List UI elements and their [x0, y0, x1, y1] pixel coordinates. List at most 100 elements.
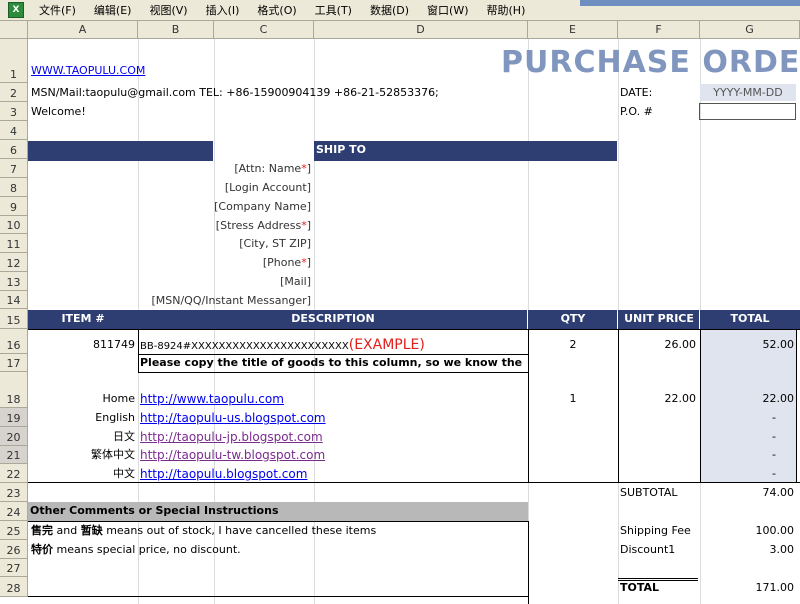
comment-line-1: 售完 and 暂缺 means out of stock, I have can…: [31, 524, 377, 537]
date-field[interactable]: YYYY-MM-DD: [700, 85, 796, 101]
item-unit-price: 26.00: [664, 338, 697, 351]
comments-border: [528, 521, 529, 604]
website-link[interactable]: WWW.TAOPULU.COM: [31, 63, 145, 79]
column-header-b[interactable]: B: [138, 21, 214, 39]
item-total: -: [772, 430, 776, 443]
ship-to-heading: SHIP TO: [314, 141, 617, 161]
link-english-blog[interactable]: http://taopulu-us.blogspot.com: [140, 410, 326, 426]
ship-field-im[interactable]: [MSN/QQ/Instant Messanger]: [60, 293, 311, 309]
total-label: TOTAL: [620, 581, 660, 594]
row-header[interactable]: 10: [0, 216, 28, 234]
row-header[interactable]: 21: [0, 446, 28, 464]
total-top-border: [618, 578, 698, 579]
item-number: 811749: [93, 338, 135, 351]
row-header[interactable]: 22: [0, 464, 28, 483]
welcome-text: Welcome!: [31, 105, 86, 118]
menu-insert[interactable]: 插入(I): [197, 2, 249, 18]
link-label-english: English: [95, 411, 135, 424]
row-header[interactable]: 14: [0, 291, 28, 309]
menu-file[interactable]: 文件(F): [30, 2, 85, 18]
po-label: P.O. #: [620, 105, 653, 118]
row-header[interactable]: 15: [0, 309, 28, 329]
column-header-a[interactable]: A: [28, 21, 138, 39]
row-header[interactable]: 11: [0, 234, 28, 253]
menu-window[interactable]: 窗口(W): [418, 2, 477, 18]
subtotal-label: SUBTOTAL: [620, 486, 678, 499]
description-note: Please copy the title of goods to this c…: [140, 356, 523, 369]
discount-value: 3.00: [769, 543, 795, 556]
ship-field-login[interactable]: [Login Account]: [130, 180, 311, 196]
shipping-label: Shipping Fee: [620, 524, 691, 537]
ship-field-attn[interactable]: [Attn: Name*]: [130, 161, 311, 177]
row-header[interactable]: 25: [0, 521, 28, 540]
page-title: PURCHASE ORDER: [501, 45, 800, 80]
header-divider: [527, 310, 528, 329]
item-total: -: [772, 448, 776, 461]
row-header[interactable]: 20: [0, 427, 28, 446]
menu-help[interactable]: 帮助(H): [478, 2, 535, 18]
po-number-field[interactable]: [699, 103, 796, 120]
item-qty: 2: [569, 338, 577, 351]
table-border: [796, 329, 797, 483]
ship-field-phone[interactable]: [Phone*]: [130, 255, 311, 271]
link-home[interactable]: http://www.taopulu.com: [140, 391, 284, 407]
link-label-home: Home: [102, 392, 135, 405]
row-header[interactable]: 3: [0, 102, 28, 121]
row-header[interactable]: 13: [0, 272, 28, 291]
item-total: 22.00: [762, 392, 795, 405]
table-border: [138, 329, 139, 372]
row-header[interactable]: 27: [0, 559, 28, 577]
spreadsheet[interactable]: A B C D E F G 1 2 3 4 6 7 8 9 10 11 12 1…: [0, 21, 800, 604]
discount-label: Discount1: [620, 543, 676, 556]
row-header[interactable]: 26: [0, 540, 28, 559]
ship-field-city[interactable]: [City, ST ZIP]: [130, 236, 311, 252]
link-japanese-blog[interactable]: http://taopulu-jp.blogspot.com: [140, 429, 323, 445]
column-header-d[interactable]: D: [314, 21, 528, 39]
row-header[interactable]: 2: [0, 83, 28, 102]
row-header[interactable]: 4: [0, 121, 28, 140]
row-header[interactable]: 9: [0, 197, 28, 216]
subtotal-value: 74.00: [762, 486, 795, 499]
col-qty: QTY: [560, 312, 586, 325]
column-header-e[interactable]: E: [528, 21, 618, 39]
link-label-japanese: 日文: [113, 430, 135, 443]
menu-tools[interactable]: 工具(T): [306, 2, 361, 18]
row-header[interactable]: 6: [0, 140, 28, 159]
date-label: DATE:: [620, 86, 653, 99]
excel-icon[interactable]: X: [8, 2, 24, 18]
row-header[interactable]: 19: [0, 408, 28, 427]
link-label-traditional-chinese: 繁体中文: [91, 448, 135, 461]
row-header[interactable]: 18: [0, 372, 28, 408]
row-header[interactable]: 23: [0, 483, 28, 502]
column-header-g[interactable]: G: [700, 21, 800, 39]
ship-field-mail[interactable]: [Mail]: [130, 274, 311, 290]
menu-view[interactable]: 视图(V): [140, 2, 196, 18]
row-header[interactable]: 1: [0, 39, 28, 83]
comments-border: [28, 521, 528, 522]
menu-format[interactable]: 格式(O): [248, 2, 305, 18]
link-traditional-chinese-blog[interactable]: http://taopulu-tw.blogspot.com: [140, 447, 325, 463]
column-header-f[interactable]: F: [618, 21, 700, 39]
col-total: TOTAL: [730, 312, 770, 325]
menu-data[interactable]: 数据(D): [361, 2, 418, 18]
row-header[interactable]: 28: [0, 577, 28, 597]
ship-to-band-left: [28, 141, 213, 161]
col-unit-price: UNIT PRICE: [624, 312, 694, 325]
item-description: BB-8924#XXXXXXXXXXXXXXXXXXXXXXX(EXAMPLE): [140, 337, 425, 353]
row-header[interactable]: 17: [0, 354, 28, 372]
ship-field-address[interactable]: [Stress Address*]: [130, 218, 311, 234]
link-chinese-blog[interactable]: http://taopulu.blogspot.com: [140, 466, 307, 482]
row-header[interactable]: 16: [0, 329, 28, 354]
ship-field-company[interactable]: [Company Name]: [130, 199, 311, 215]
row-header[interactable]: 24: [0, 502, 28, 521]
total-value: 171.00: [755, 581, 795, 594]
row-header[interactable]: 7: [0, 159, 28, 178]
column-header-c[interactable]: C: [214, 21, 314, 39]
row-header[interactable]: 12: [0, 253, 28, 272]
item-total: 52.00: [762, 338, 795, 351]
header-divider: [617, 310, 618, 329]
row-header[interactable]: 8: [0, 178, 28, 197]
col-item-number: ITEM #: [61, 312, 105, 325]
select-all-corner[interactable]: [0, 21, 28, 39]
menu-edit[interactable]: 编辑(E): [85, 2, 141, 18]
